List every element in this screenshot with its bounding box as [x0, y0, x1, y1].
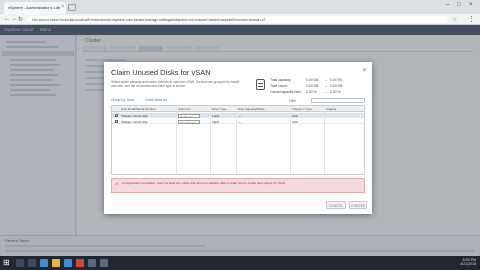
security-indicator: Not secure — [32, 17, 50, 22]
cancel-button[interactable]: CANCEL — [326, 201, 346, 209]
claim-for-select[interactable]: Capacity tier — [178, 119, 200, 124]
new-tab-icon[interactable] — [68, 4, 76, 11]
table-row[interactable]: VMware Virtual disk Cache tier Flash — S… — [112, 113, 364, 118]
star-icon[interactable]: ☆ — [452, 16, 457, 23]
browser-tab[interactable]: vSphere - Administrator's Lab × — [4, 2, 66, 14]
url-input[interactable]: Not secure https://vcsa.lab.local/ui/#?e… — [28, 16, 448, 23]
claim-as-link[interactable]: Claim disks as — [145, 98, 167, 102]
group-by-link[interactable]: Group by: Host — [111, 98, 134, 102]
search-icon[interactable] — [16, 259, 24, 267]
chrome-icon[interactable] — [76, 259, 84, 267]
storage-icon — [256, 79, 265, 90]
app-icon[interactable] — [88, 259, 96, 267]
filter-input[interactable] — [311, 98, 365, 103]
url-text: https://vcsa.lab.local/ui/#?extensionId=… — [50, 17, 266, 22]
browser-tab-bar: vSphere - Administrator's Lab × – □ × — [0, 0, 480, 14]
maximize-icon[interactable]: □ — [457, 2, 461, 8]
dialog-title: Claim Unused Disks for vSAN — [111, 68, 211, 77]
filter-label: Filter — [289, 98, 297, 103]
table-header: Disk Model/Serial Number Claim For Drive… — [112, 106, 364, 112]
reload-icon[interactable]: ↻ — [18, 16, 23, 23]
windows-taskbar: ⊞ 6:03 PM 4/21/2018 — [0, 256, 480, 270]
tab-title: vSphere - Administrator's Lab — [8, 5, 61, 10]
disk-toolbar: Group by: Host Claim disks as Filter — [111, 98, 365, 104]
configuration-warning: ⚠ Configuration incomplete. Claim at lea… — [111, 178, 365, 193]
col-claim-for[interactable]: Claim For — [178, 107, 208, 111]
file-explorer-icon[interactable] — [52, 259, 60, 267]
row-checkbox[interactable] — [115, 114, 118, 117]
claim-for-select[interactable]: Cache tier — [178, 113, 200, 118]
dialog-description: Select which capacity and cache devices … — [111, 80, 240, 89]
menu-icon[interactable]: ⋮ — [468, 15, 475, 23]
store-icon[interactable] — [64, 259, 72, 267]
back-icon[interactable]: ← — [4, 16, 10, 22]
col-capacity[interactable]: Disk Capacity/Disks — [238, 107, 288, 111]
create-button[interactable]: CREATE — [349, 201, 367, 209]
table-row[interactable]: VMware Virtual disk Capacity tier Flash … — [112, 119, 364, 124]
address-bar: ← → ↻ Not secure https://vcsa.lab.local/… — [0, 14, 480, 25]
disks-table: Disk Model/Serial Number Claim For Drive… — [111, 105, 365, 175]
claim-disks-dialog: Claim Unused Disks for vSAN ✕ Select whi… — [104, 62, 372, 214]
task-view-icon[interactable] — [28, 259, 36, 267]
row-checkbox[interactable] — [115, 120, 118, 123]
col-disk-model[interactable]: Disk Model/Serial Number — [121, 107, 169, 111]
minimize-icon[interactable]: – — [446, 2, 449, 8]
warning-icon: ⚠ — [115, 181, 119, 186]
warning-text: Configuration incomplete. Claim at least… — [122, 181, 286, 185]
col-drive-type[interactable]: Drive Type — [212, 107, 234, 111]
app-icon[interactable] — [100, 259, 108, 267]
system-clock[interactable]: 6:03 PM 4/21/2018 — [440, 258, 476, 266]
col-transport[interactable]: Transport Type — [292, 107, 320, 111]
windows-start-icon[interactable]: ⊞ — [3, 259, 10, 267]
edge-icon[interactable] — [40, 259, 48, 267]
dialog-close-icon[interactable]: ✕ — [362, 67, 367, 74]
window-close-icon[interactable]: × — [469, 2, 473, 8]
forward-icon[interactable]: → — [11, 16, 17, 22]
tab-close-icon[interactable]: × — [61, 4, 64, 10]
col-adapter[interactable]: Adapter — [326, 107, 356, 111]
